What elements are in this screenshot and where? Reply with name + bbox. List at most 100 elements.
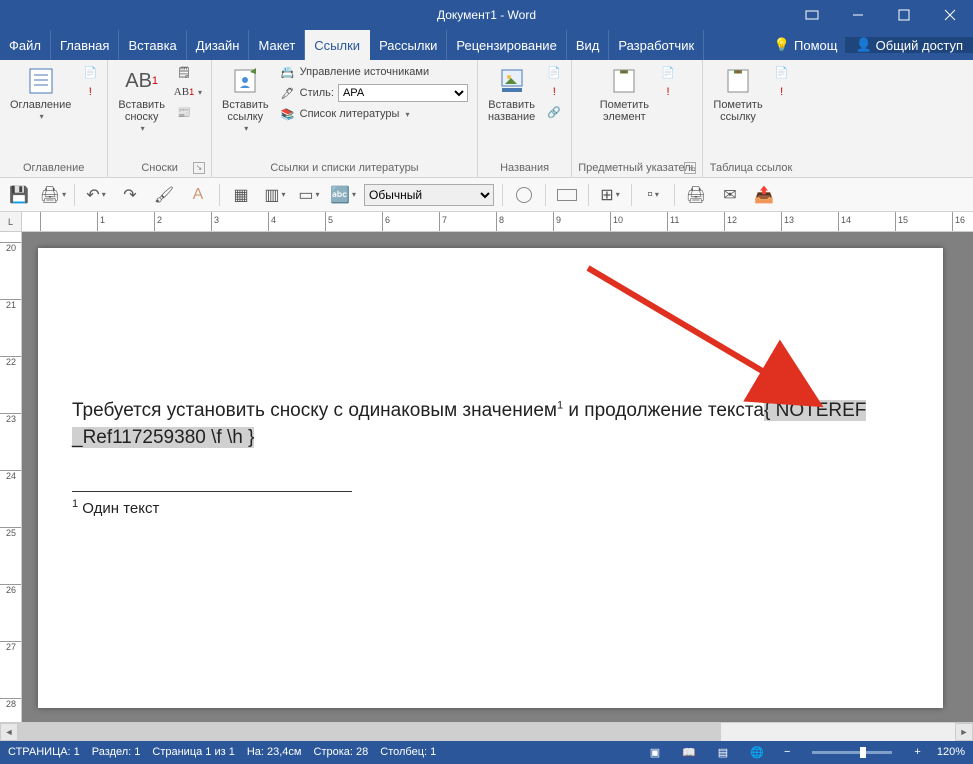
tab-review[interactable]: Рецензирование (447, 30, 566, 60)
status-at[interactable]: На: 23,4см (247, 746, 302, 758)
next-footnote[interactable]: AB1 (173, 83, 205, 101)
show-notes[interactable]: 📰 (173, 103, 205, 121)
vertical-ruler[interactable]: 202122232425262728 (0, 232, 22, 722)
format-painter-button[interactable]: 🖌 (151, 182, 177, 208)
status-page[interactable]: СТРАНИЦА: 1 (8, 746, 80, 758)
tab-view[interactable]: Вид (567, 30, 610, 60)
options-button[interactable]: 📤 (751, 182, 777, 208)
endnote-icon: 🗒 (176, 64, 192, 80)
update-table-figures[interactable]: ! (543, 83, 565, 101)
scroll-left-button[interactable]: ◄ (0, 723, 18, 741)
manage-sources-icon: 📇 (280, 64, 296, 80)
horizontal-ruler[interactable]: L 12345678910111213141516 (0, 212, 973, 232)
status-col[interactable]: Столбец: 1 (380, 746, 436, 758)
toc-add-text[interactable]: 📄 (79, 63, 101, 81)
footnote-text[interactable]: 1 Один текст (72, 498, 909, 517)
insert-caption-button[interactable]: Вставить название (484, 63, 539, 125)
status-pageof[interactable]: Страница 1 из 1 (152, 746, 234, 758)
insert-index[interactable]: 📄 (657, 63, 679, 81)
document-scroll[interactable]: Требуется установить сноску с одинаковым… (22, 232, 973, 722)
page[interactable]: Требуется установить сноску с одинаковым… (38, 248, 943, 708)
ribbon-options-icon[interactable] (789, 0, 835, 30)
margins-button[interactable]: ▫ (640, 182, 666, 208)
insert-citation-label: Вставить ссылку (222, 99, 269, 123)
mark-entry-button[interactable]: Пометить элемент (596, 63, 653, 125)
footnote-icon: AB1 (126, 65, 158, 97)
redo-button[interactable]: ↷ (117, 182, 143, 208)
citation-style[interactable]: 🖋Стиль: APA (277, 83, 471, 103)
tab-file[interactable]: Файл (0, 30, 51, 60)
update-tof-icon: ! (546, 84, 562, 100)
zoom-out-button[interactable]: − (780, 746, 794, 758)
toc-update[interactable]: ! (79, 83, 101, 101)
tab-layout[interactable]: Макет (249, 30, 305, 60)
text-box-button[interactable]: 🔤 (330, 182, 356, 208)
tab-home[interactable]: Главная (51, 30, 119, 60)
insert-footnote-button[interactable]: AB1 Вставить сноску (114, 63, 169, 136)
mark-entry-icon (608, 65, 640, 97)
bibliography-button[interactable]: 📚Список литературы (277, 105, 471, 123)
zoom-level[interactable]: 120% (937, 746, 965, 758)
ruler-corner[interactable]: L (0, 212, 22, 231)
tab-design[interactable]: Дизайн (187, 30, 250, 60)
web-layout-button[interactable]: 🌐 (746, 743, 768, 761)
insert-table-figures[interactable]: 📄 (543, 63, 565, 81)
update-toa[interactable]: ! (771, 83, 793, 101)
citation-style-select[interactable]: APA (338, 84, 468, 102)
mail-button[interactable]: ✉ (717, 182, 743, 208)
tell-me[interactable]: 💡 Помощ (766, 37, 846, 53)
quick-print-button[interactable]: 🖨 (40, 182, 66, 208)
close-button[interactable] (927, 0, 973, 30)
minimize-button[interactable] (835, 0, 881, 30)
index-dialog-launcher[interactable]: ↘ (684, 162, 696, 174)
tab-references[interactable]: Ссылки (305, 30, 370, 60)
toc-icon (25, 65, 57, 97)
tab-mailings[interactable]: Рассылки (370, 30, 447, 60)
read-mode-button[interactable]: 📖 (678, 743, 700, 761)
share-button[interactable]: 👤 Общий доступ (845, 37, 973, 53)
insert-citation-button[interactable]: Вставить ссылку (218, 63, 273, 136)
footnote-separator (72, 491, 352, 492)
group-citations-label: Ссылки и списки литературы (218, 160, 471, 177)
tab-insert[interactable]: Вставка (119, 30, 186, 60)
print-button[interactable]: 🖨 (683, 182, 709, 208)
view-gridlines[interactable]: ⊞ (597, 182, 623, 208)
status-section[interactable]: Раздел: 1 (92, 746, 141, 758)
shape-circle[interactable] (511, 182, 537, 208)
tof-icon: 📄 (546, 64, 562, 80)
maximize-button[interactable] (881, 0, 927, 30)
group-index-label: Предметный указатель↘ (578, 160, 696, 177)
zoom-in-button[interactable]: + (910, 746, 924, 758)
scroll-track[interactable] (18, 723, 955, 741)
manage-sources[interactable]: 📇Управление источниками (277, 63, 471, 81)
orientation-button[interactable]: ▭ (296, 182, 322, 208)
next-footnote-icon: AB1 (176, 84, 192, 100)
update-index[interactable]: ! (657, 83, 679, 101)
horizontal-scrollbar[interactable]: ◄ ► (0, 722, 973, 740)
tab-developer[interactable]: Разработчик (609, 30, 704, 60)
columns-button[interactable]: ▥ (262, 182, 288, 208)
zoom-slider[interactable] (812, 751, 892, 754)
group-toa: Пометить ссылку 📄 ! Таблица ссылок (703, 60, 798, 177)
scroll-right-button[interactable]: ► (955, 723, 973, 741)
insert-table-button[interactable]: ▦ (228, 182, 254, 208)
save-button[interactable]: 💾 (6, 182, 32, 208)
body-text[interactable]: Требуется установить сноску с одинаковым… (72, 398, 909, 451)
macro-record-icon[interactable]: ▣ (644, 743, 666, 761)
style-select[interactable]: Обычный (364, 184, 494, 206)
undo-button[interactable]: ↶ (83, 182, 109, 208)
toc-label: Оглавление (10, 99, 71, 111)
insert-endnote[interactable]: 🗒 (173, 63, 205, 81)
shape-rect[interactable] (554, 182, 580, 208)
footnotes-dialog-launcher[interactable]: ↘ (193, 162, 205, 174)
group-toc: Оглавление 📄 ! Оглавление (0, 60, 108, 177)
mark-citation-button[interactable]: Пометить ссылку (709, 63, 766, 125)
scroll-thumb[interactable] (18, 723, 721, 741)
print-layout-button[interactable]: ▤ (712, 743, 734, 761)
insert-toa[interactable]: 📄 (771, 63, 793, 81)
citation-icon (229, 65, 261, 97)
clear-format-button[interactable]: A (185, 182, 211, 208)
status-line[interactable]: Строка: 28 (314, 746, 369, 758)
toc-button[interactable]: Оглавление (6, 63, 75, 124)
cross-reference[interactable]: 🔗 (543, 103, 565, 121)
